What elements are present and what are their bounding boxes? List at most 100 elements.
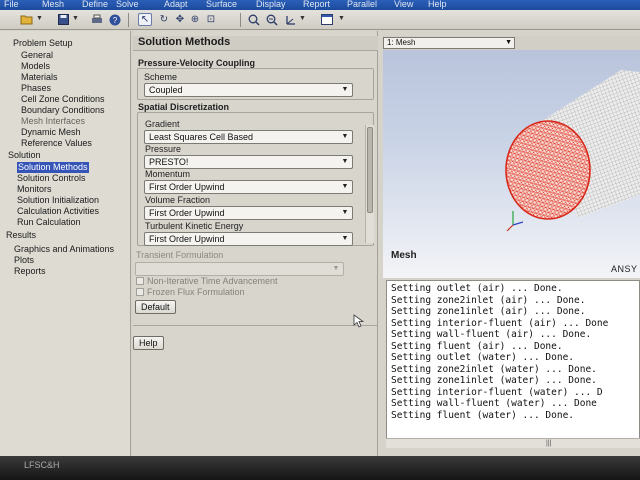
scrollbar-thumb[interactable] xyxy=(367,127,373,213)
gradient-label: Gradient xyxy=(145,119,180,129)
zoom-box-icon[interactable]: ⊡ xyxy=(204,13,218,26)
console-line: Setting interior-fluent (water) ... D xyxy=(391,386,603,398)
help-button[interactable]: Help xyxy=(133,336,164,350)
tree-item-mesh-interfaces[interactable]: Mesh Interfaces xyxy=(21,116,85,127)
tree-item-general[interactable]: General xyxy=(21,50,53,61)
tree-item-solution-controls[interactable]: Solution Controls xyxy=(17,173,86,184)
console-line: Setting zone2inlet (air) ... Done. xyxy=(391,294,586,306)
graphics-window-select[interactable]: 1: Mesh ▼ xyxy=(383,37,515,49)
console-line: Setting wall-fluent (air) ... Done. xyxy=(391,329,592,340)
open-folder-icon[interactable] xyxy=(20,13,34,26)
menu-display[interactable]: Display xyxy=(256,0,286,9)
toolbar-separator xyxy=(240,13,241,27)
non-iterative-checkbox-row[interactable]: Non-Iterative Time Advancement xyxy=(136,276,278,286)
menu-define[interactable]: Define xyxy=(82,0,108,9)
frozen-flux-label: Frozen Flux Formulation xyxy=(147,287,245,297)
menu-mesh[interactable]: Mesh xyxy=(42,0,64,9)
taskbar: LFSC&H xyxy=(0,456,640,480)
graphics-viewport[interactable]: Mesh ANSY xyxy=(383,50,640,278)
viewport-caption: Mesh xyxy=(391,250,417,261)
dropdown-arrow-icon[interactable]: ▼ xyxy=(72,15,79,22)
chevron-down-icon: ▼ xyxy=(341,235,349,242)
tree-item-solution-initialization[interactable]: Solution Initialization xyxy=(17,195,99,206)
menu-file[interactable]: File xyxy=(4,0,19,9)
default-button[interactable]: Default xyxy=(135,300,176,314)
console-line: Setting outlet (air) ... Done. xyxy=(391,283,563,294)
toolbar: ▼ ▼ ? ↖ ↻ ✥ ⊕ ⊡ ▼ ▼ xyxy=(0,10,640,30)
tree-item-materials[interactable]: Materials xyxy=(21,72,58,83)
solution-methods-panel: Solution Methods Pressure-Velocity Coupl… xyxy=(133,31,378,456)
translate-icon[interactable]: ✥ xyxy=(173,13,187,26)
pressure-dropdown[interactable]: PRESTO! ▼ xyxy=(144,155,353,169)
tree-item-phases[interactable]: Phases xyxy=(21,83,51,94)
tree-item-solution-methods[interactable]: Solution Methods xyxy=(17,162,89,173)
menu-surface[interactable]: Surface xyxy=(206,0,237,9)
tke-value: First Order Upwind xyxy=(149,234,225,244)
volume-fraction-label: Volume Fraction xyxy=(145,195,211,205)
scheme-value: Coupled xyxy=(149,85,183,95)
menu-help[interactable]: Help xyxy=(428,0,447,9)
tree-item-dynamic-mesh[interactable]: Dynamic Mesh xyxy=(21,127,81,138)
tree-item-boundary-conditions[interactable]: Boundary Conditions xyxy=(21,105,105,116)
menu-solve[interactable]: Solve xyxy=(116,0,139,9)
console-line: Setting zone1inlet (water) ... Done. xyxy=(391,375,597,386)
scheme-label: Scheme xyxy=(144,72,178,82)
tree-solution[interactable]: Solution xyxy=(8,150,41,161)
transient-formulation-dropdown[interactable]: ▼ xyxy=(135,262,344,276)
scheme-dropdown[interactable]: Coupled ▼ xyxy=(144,83,353,97)
print-icon[interactable] xyxy=(90,13,104,26)
tree-item-calculation-activities[interactable]: Calculation Activities xyxy=(17,206,99,217)
console-line: Setting zone2inlet (water) ... Done. xyxy=(391,363,597,375)
momentum-value: First Order Upwind xyxy=(149,182,225,192)
dropdown-arrow-icon[interactable]: ▼ xyxy=(36,15,43,22)
axes-view-icon[interactable] xyxy=(284,13,298,26)
console-line: Setting fluent (air) ... Done. xyxy=(391,340,563,352)
chevron-down-icon: ▼ xyxy=(505,39,512,46)
axes-triad xyxy=(506,211,524,232)
tree-item-reports[interactable]: Reports xyxy=(14,266,46,277)
tke-dropdown[interactable]: First Order Upwind ▼ xyxy=(144,232,353,246)
console-line: Setting interior-fluent (air) ... Done xyxy=(391,317,609,329)
scrollbar-grip-icon: ||| xyxy=(546,440,552,447)
spatial-discretization-scrollbar[interactable] xyxy=(365,125,374,243)
transient-formulation-label: Transient Formulation xyxy=(136,250,224,260)
graphics-window-bar: 1: Mesh ▼ xyxy=(383,36,640,50)
tree-item-reference-values[interactable]: Reference Values xyxy=(21,138,92,149)
tree-item-graphics-and-animations[interactable]: Graphics and Animations xyxy=(14,244,114,255)
tree-item-models[interactable]: Models xyxy=(21,61,50,72)
pointer-icon[interactable]: ↖ xyxy=(138,13,152,26)
console-horizontal-scrollbar[interactable]: ||| xyxy=(386,438,640,448)
chevron-down-icon: ▼ xyxy=(341,158,349,165)
dropdown-arrow-icon[interactable]: ▼ xyxy=(299,15,306,22)
volume-fraction-value: First Order Upwind xyxy=(149,208,225,218)
zoom-in-icon[interactable] xyxy=(247,13,261,26)
tree-item-plots[interactable]: Plots xyxy=(14,255,34,266)
help-icon[interactable]: ? xyxy=(108,13,122,26)
tree-item-cell-zone-conditions[interactable]: Cell Zone Conditions xyxy=(21,94,105,105)
menu-report[interactable]: Report xyxy=(303,0,330,9)
frozen-flux-checkbox[interactable] xyxy=(136,288,144,296)
fluent-window: File Mesh Define Solve Adapt Surface Dis… xyxy=(0,0,640,462)
zoom-box-icon[interactable] xyxy=(265,13,279,26)
dropdown-arrow-icon[interactable]: ▼ xyxy=(338,15,345,22)
non-iterative-checkbox[interactable] xyxy=(136,277,144,285)
momentum-label: Momentum xyxy=(145,169,191,179)
pressure-value: PRESTO! xyxy=(149,157,189,167)
layout-icon[interactable] xyxy=(320,13,334,26)
save-icon[interactable] xyxy=(56,13,70,26)
menu-view[interactable]: View xyxy=(394,0,413,9)
menu-adapt[interactable]: Adapt xyxy=(164,0,188,9)
tree-item-monitors[interactable]: Monitors xyxy=(17,184,52,195)
volume-fraction-dropdown[interactable]: First Order Upwind ▼ xyxy=(144,206,353,220)
rotate-icon[interactable]: ↻ xyxy=(157,13,171,26)
tree-problem-setup[interactable]: Problem Setup xyxy=(13,38,73,49)
console-output[interactable]: Setting outlet (air) ... Done. Setting z… xyxy=(386,280,640,444)
momentum-dropdown[interactable]: First Order Upwind ▼ xyxy=(144,180,353,194)
menu-parallel[interactable]: Parallel xyxy=(347,0,377,9)
zoom-in-icon[interactable]: ⊕ xyxy=(188,13,202,26)
tree-results[interactable]: Results xyxy=(6,230,36,241)
tree-item-run-calculation[interactable]: Run Calculation xyxy=(17,217,81,228)
frozen-flux-checkbox-row[interactable]: Frozen Flux Formulation xyxy=(136,287,245,297)
chevron-down-icon: ▼ xyxy=(341,86,349,93)
gradient-dropdown[interactable]: Least Squares Cell Based ▼ xyxy=(144,130,353,144)
